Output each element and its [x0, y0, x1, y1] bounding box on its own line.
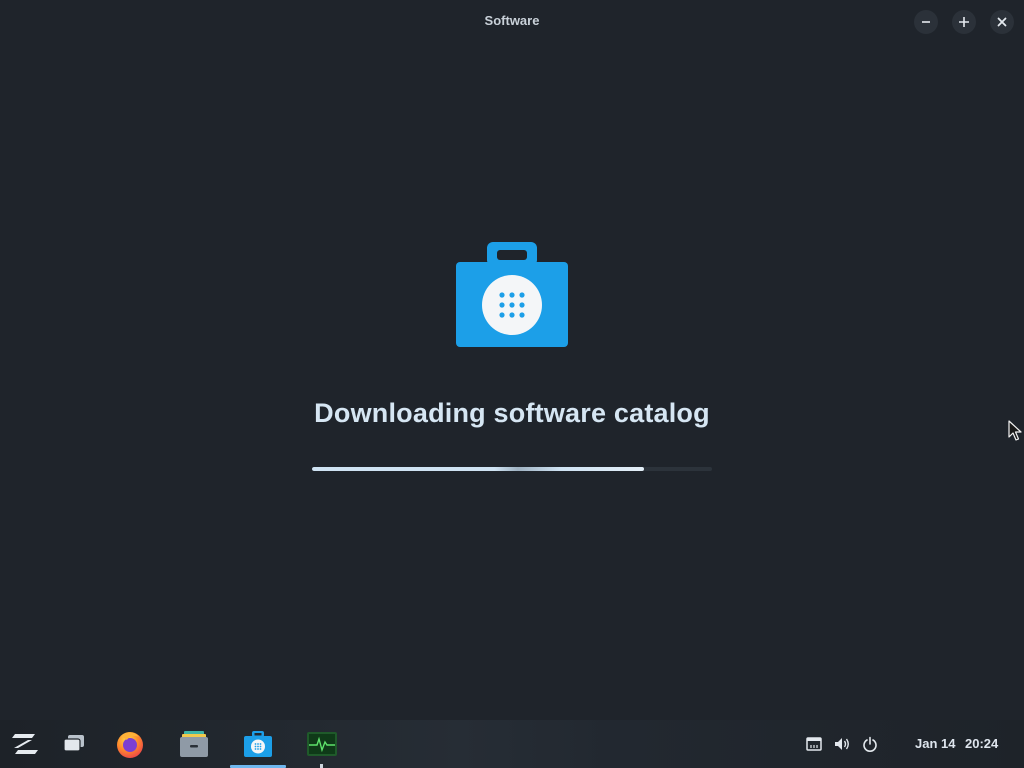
files-button[interactable] — [174, 726, 214, 762]
clock-time[interactable]: 20:24 — [965, 736, 998, 751]
minimize-icon — [922, 21, 930, 23]
system-monitor-button[interactable] — [302, 726, 342, 762]
clock-date[interactable]: Jan 14 — [915, 736, 955, 751]
close-icon — [997, 17, 1007, 27]
taskbar: Jan 14 20:24 — [0, 720, 1024, 768]
progress-fill — [312, 467, 644, 471]
power-icon[interactable] — [860, 734, 880, 754]
loading-heading: Downloading software catalog — [314, 398, 710, 428]
software-window: Software Downloading software catalog — [0, 0, 1024, 720]
restore-button[interactable] — [952, 10, 976, 34]
mouse-cursor-icon — [1008, 420, 1022, 441]
workspaces-button[interactable] — [54, 726, 94, 762]
volume-icon[interactable] — [832, 734, 852, 754]
close-button[interactable] — [990, 10, 1014, 34]
files-icon — [180, 731, 208, 757]
software-icon — [244, 731, 272, 757]
zorin-logo-icon — [12, 734, 38, 754]
software-button[interactable] — [238, 726, 278, 762]
firefox-icon — [117, 732, 143, 758]
title-bar[interactable]: Software — [0, 0, 1024, 42]
system-monitor-icon — [307, 732, 337, 756]
zorin-menu-button[interactable] — [5, 726, 45, 762]
firefox-button[interactable] — [110, 726, 150, 762]
running-app-indicator — [320, 764, 323, 768]
software-bag-icon — [456, 242, 568, 347]
restore-icon — [959, 17, 969, 27]
minimize-button[interactable] — [914, 10, 938, 34]
window-title: Software — [484, 13, 540, 28]
loading-page — [0, 42, 1024, 720]
network-icon[interactable] — [804, 734, 824, 754]
windows-icon — [63, 735, 84, 752]
download-progress-bar — [312, 467, 712, 471]
